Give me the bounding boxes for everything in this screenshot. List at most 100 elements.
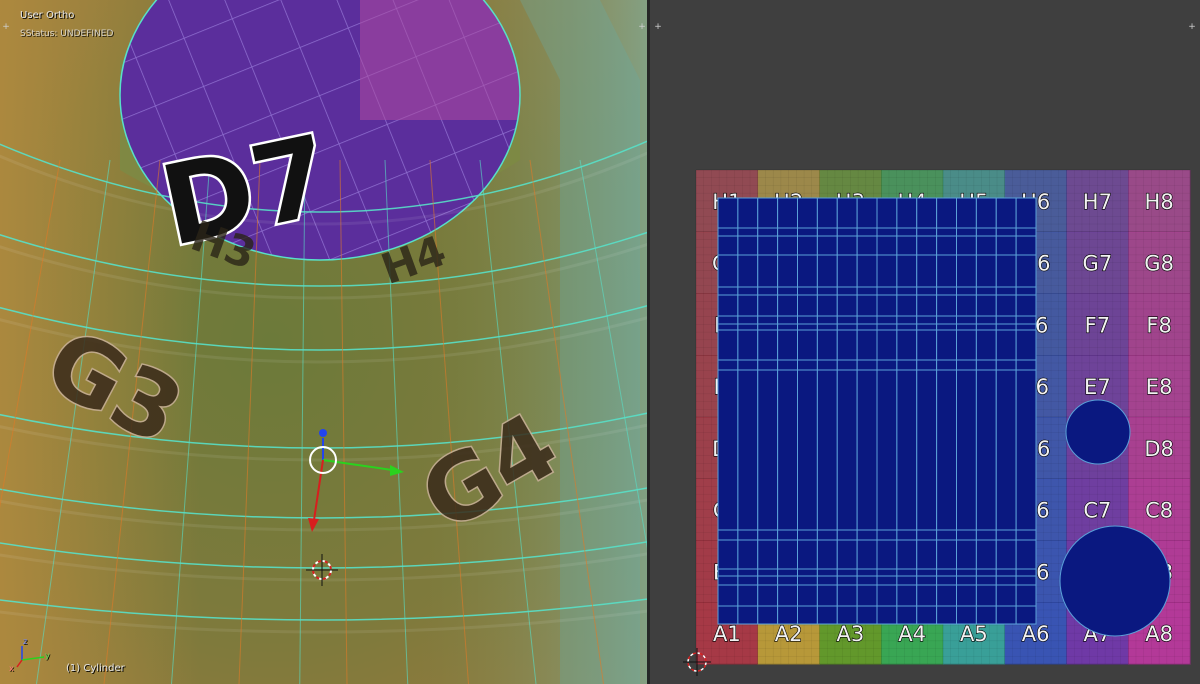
uv-face[interactable]: [737, 254, 759, 288]
uv-face[interactable]: [975, 568, 997, 577]
uv-face[interactable]: [816, 254, 838, 288]
uv-face[interactable]: [975, 286, 997, 296]
uv-face[interactable]: [836, 254, 858, 288]
uv-face[interactable]: [975, 323, 997, 331]
uv-face[interactable]: [717, 323, 739, 331]
uv-face[interactable]: [856, 227, 878, 237]
uv-face[interactable]: [797, 294, 818, 317]
uv-face[interactable]: [757, 235, 779, 256]
uv-face[interactable]: [876, 529, 898, 541]
uv-face[interactable]: [956, 286, 977, 296]
uv-face[interactable]: [1015, 605, 1037, 625]
uv-face[interactable]: [916, 329, 938, 361]
uv-face[interactable]: [995, 369, 1017, 531]
uv-face[interactable]: [896, 568, 918, 577]
uv-face[interactable]: [757, 568, 779, 577]
uv-face[interactable]: [737, 227, 759, 237]
uv-face[interactable]: [896, 529, 918, 541]
uv-face[interactable]: [956, 235, 977, 256]
uv-face[interactable]: [836, 584, 858, 607]
uv-face[interactable]: [956, 315, 977, 325]
uv-face[interactable]: [975, 197, 997, 229]
uv-face[interactable]: [995, 539, 1017, 570]
uv-face[interactable]: [856, 529, 878, 541]
uv-face[interactable]: [876, 294, 898, 317]
uv-face[interactable]: [757, 575, 779, 586]
uv-face[interactable]: [995, 286, 1017, 296]
uv-face[interactable]: [876, 568, 898, 577]
uv-face[interactable]: [896, 584, 918, 607]
uv-face[interactable]: [876, 227, 898, 237]
uv-face[interactable]: [757, 254, 779, 288]
uv-face[interactable]: [936, 584, 957, 607]
uv-face[interactable]: [816, 235, 838, 256]
uv-face[interactable]: [975, 359, 997, 371]
uv-face[interactable]: [777, 254, 798, 288]
uv-face[interactable]: [777, 294, 798, 317]
uv-face[interactable]: [1015, 584, 1037, 607]
uv-face[interactable]: [936, 254, 957, 288]
uv-face[interactable]: [876, 539, 898, 570]
uv-face[interactable]: [757, 369, 779, 531]
uv-face[interactable]: [797, 605, 818, 625]
uv-face[interactable]: [717, 584, 739, 607]
uv-face[interactable]: [896, 197, 918, 229]
uv-face[interactable]: [956, 227, 977, 237]
uv-face[interactable]: [757, 584, 779, 607]
uv-face[interactable]: [836, 605, 858, 625]
uv-face[interactable]: [797, 235, 818, 256]
uv-face[interactable]: [896, 235, 918, 256]
uv-face[interactable]: [916, 315, 938, 325]
uv-face[interactable]: [876, 323, 898, 331]
uv-face[interactable]: [737, 575, 759, 586]
uv-face[interactable]: [916, 539, 938, 570]
uv-face[interactable]: [876, 605, 898, 625]
uv-face[interactable]: [737, 539, 759, 570]
uv-face[interactable]: [896, 575, 918, 586]
area-split-plus-icon[interactable]: +: [1187, 22, 1197, 32]
uv-face[interactable]: [816, 568, 838, 577]
uv-face[interactable]: [936, 568, 957, 577]
uv-face[interactable]: [777, 529, 798, 541]
uv-face[interactable]: [916, 605, 938, 625]
uv-face[interactable]: [975, 235, 997, 256]
area-split-plus-icon[interactable]: +: [653, 22, 663, 32]
uv-face[interactable]: [995, 568, 1017, 577]
uv-face[interactable]: [777, 329, 798, 361]
uv-face[interactable]: [717, 529, 739, 541]
area-split-plus-icon[interactable]: +: [637, 22, 647, 32]
uv-face[interactable]: [856, 323, 878, 331]
3d-viewport[interactable]: D7 H3 H4 G3 G4 User Ortho SStatus: UNDEF…: [0, 0, 647, 684]
uv-face[interactable]: [916, 254, 938, 288]
uv-face[interactable]: [717, 539, 739, 570]
uv-face[interactable]: [916, 323, 938, 331]
uv-face[interactable]: [876, 329, 898, 361]
uv-face[interactable]: [916, 359, 938, 371]
uv-face[interactable]: [936, 315, 957, 325]
uv-face[interactable]: [856, 359, 878, 371]
uv-face[interactable]: [975, 584, 997, 607]
uv-face[interactable]: [717, 227, 739, 237]
uv-face[interactable]: [936, 529, 957, 541]
uv-face[interactable]: [1015, 254, 1037, 288]
uv-face[interactable]: [856, 329, 878, 361]
uv-face[interactable]: [956, 197, 977, 229]
uv-face[interactable]: [975, 254, 997, 288]
uv-face[interactable]: [816, 605, 838, 625]
uv-face[interactable]: [836, 235, 858, 256]
uv-face[interactable]: [816, 315, 838, 325]
uv-face[interactable]: [797, 539, 818, 570]
uv-face[interactable]: [956, 329, 977, 361]
uv-face[interactable]: [816, 294, 838, 317]
uv-face[interactable]: [836, 568, 858, 577]
uv-face[interactable]: [777, 584, 798, 607]
uv-face[interactable]: [816, 197, 838, 229]
uv-face[interactable]: [916, 575, 938, 586]
uv-face[interactable]: [717, 359, 739, 371]
uv-face[interactable]: [836, 539, 858, 570]
uv-face[interactable]: [816, 584, 838, 607]
uv-face[interactable]: [816, 369, 838, 531]
uv-face[interactable]: [856, 539, 878, 570]
uv-face[interactable]: [975, 329, 997, 361]
viewport-scene[interactable]: D7 H3 H4 G3 G4: [0, 0, 647, 684]
